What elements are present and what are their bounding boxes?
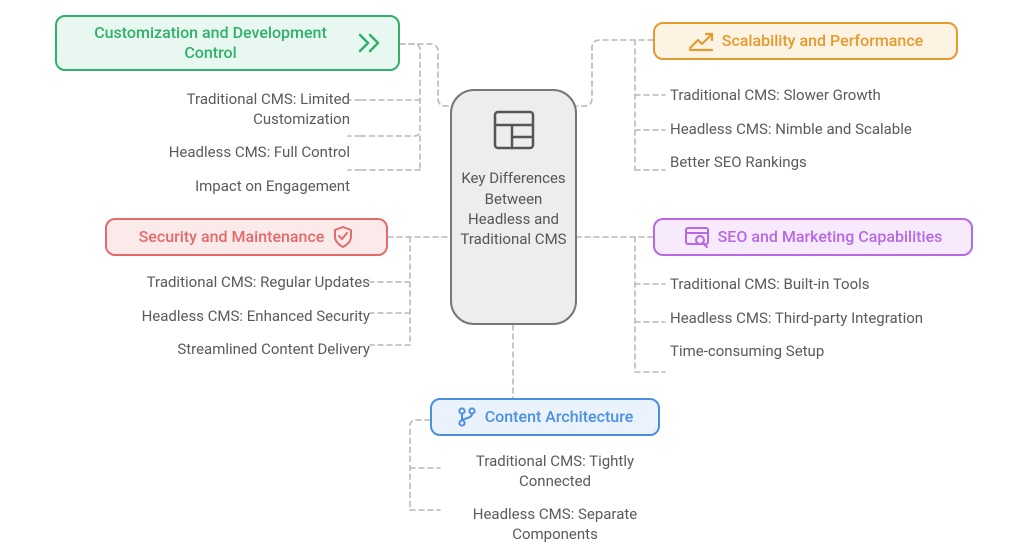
list-item: Traditional CMS: Regular Updates (80, 273, 370, 293)
list-item: Traditional CMS: Limited Customization (100, 90, 350, 129)
category-seo-label: SEO and Marketing Capabilities (718, 227, 943, 247)
layout-icon (490, 107, 538, 158)
architecture-bullets: Traditional CMS: Tightly Connected Headl… (440, 452, 670, 558)
list-item: Headless CMS: Third-party Integration (670, 309, 930, 329)
category-customization: Customization and Development Control (55, 15, 400, 71)
category-architecture-label: Content Architecture (485, 407, 634, 427)
scale-speed-icon (688, 30, 714, 52)
center-node: Key Differences Between Headless and Tra… (450, 89, 577, 325)
list-item: Headless CMS: Separate Components (440, 505, 670, 544)
list-item: Headless CMS: Full Control (100, 143, 350, 163)
list-item: Streamlined Content Delivery (80, 340, 370, 360)
category-architecture: Content Architecture (430, 398, 660, 436)
list-item: Headless CMS: Enhanced Security (80, 307, 370, 327)
list-item: Traditional CMS: Slower Growth (670, 86, 930, 106)
list-item: Headless CMS: Nimble and Scalable (670, 120, 930, 140)
scalability-bullets: Traditional CMS: Slower Growth Headless … (670, 86, 930, 187)
category-scalability: Scalability and Performance (653, 22, 958, 60)
category-customization-label: Customization and Development Control (71, 23, 350, 63)
security-bullets: Traditional CMS: Regular Updates Headles… (80, 273, 370, 374)
category-security-label: Security and Maintenance (139, 227, 325, 247)
branch-icon (457, 406, 477, 428)
list-item: Better SEO Rankings (670, 153, 930, 173)
seo-bullets: Traditional CMS: Built-in Tools Headless… (670, 275, 930, 376)
customization-bullets: Traditional CMS: Limited Customization H… (100, 90, 350, 210)
category-scalability-label: Scalability and Performance (722, 31, 924, 51)
list-item: Impact on Engagement (100, 177, 350, 197)
center-title: Key Differences Between Headless and Tra… (452, 168, 575, 249)
list-item: Traditional CMS: Built-in Tools (670, 275, 930, 295)
forward-double-arrow-icon (358, 33, 384, 53)
category-security: Security and Maintenance (105, 218, 388, 256)
category-seo: SEO and Marketing Capabilities (653, 218, 973, 256)
list-item: Time-consuming Setup (670, 342, 930, 362)
list-item: Traditional CMS: Tightly Connected (440, 452, 670, 491)
shield-check-icon (332, 225, 354, 249)
browser-search-icon (684, 226, 710, 248)
